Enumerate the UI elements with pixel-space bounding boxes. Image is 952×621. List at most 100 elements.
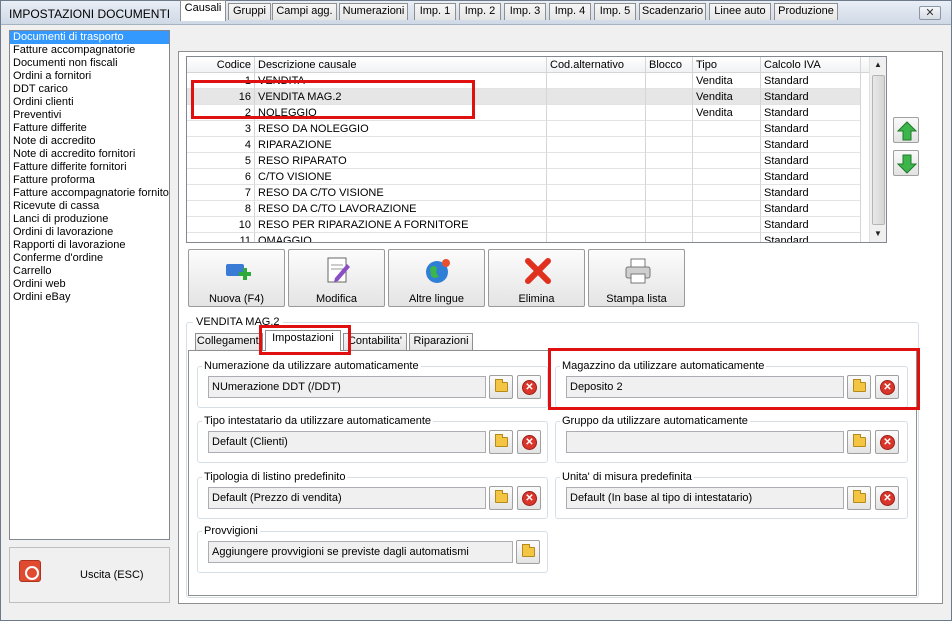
list-item[interactable]: Documenti di trasporto [10,31,169,44]
table-cell: Vendita [693,89,761,105]
tab-collegamenti[interactable]: Collegamenti [195,333,263,350]
table-cell [693,169,761,185]
tab-produzione[interactable]: Produzione [774,3,838,20]
clear-icon: ✕ [880,491,895,506]
gruppo-field[interactable] [566,431,844,453]
unita-browse-button[interactable] [847,486,871,510]
col-cod-alternativo[interactable]: Cod.alternativo [547,57,646,73]
gruppo-browse-button[interactable] [847,430,871,454]
unita-field[interactable]: Default (In base al tipo di intestatario… [566,487,844,509]
table-cell [646,105,693,121]
table-cell [547,217,646,233]
scroll-up-icon[interactable]: ▲ [870,57,886,73]
unita-clear-button[interactable]: ✕ [875,486,899,510]
listino-browse-button[interactable] [489,486,513,510]
col-tipo[interactable]: Tipo [693,57,761,73]
gruppo-clear-button[interactable]: ✕ [875,430,899,454]
listino-field[interactable]: Default (Prezzo di vendita) [208,487,486,509]
move-down-button[interactable] [893,150,919,176]
tab-imp-1[interactable]: Imp. 1 [414,3,456,20]
list-item[interactable]: Preventivi [10,109,169,122]
list-item[interactable]: Rapporti di lavorazione [10,239,169,252]
exit-label: Uscita (ESC) [80,569,144,581]
scroll-thumb[interactable] [872,75,885,225]
col-calcolo-iva[interactable]: Calcolo IVA [761,57,861,73]
tab-gruppi[interactable]: Gruppi [228,3,271,20]
table-row[interactable]: 7 RESO DA C/TO VISIONE Standard [187,185,861,201]
new-button[interactable]: Nuova (F4) [188,249,285,307]
tab-imp-2[interactable]: Imp. 2 [459,3,501,20]
table-row[interactable]: 6 C/TO VISIONE Standard [187,169,861,185]
tab-impostazioni[interactable]: Impostazioni [265,330,341,351]
provvigioni-field[interactable]: Aggiungere provvigioni se previste dagli… [208,541,513,563]
table-cell: RIPARAZIONE [255,137,547,153]
table-cell: Standard [761,89,861,105]
table-cell [547,233,646,242]
table-cell: Standard [761,73,861,89]
table-scrollbar[interactable]: ▲ ▼ [869,57,886,242]
table-cell [646,185,693,201]
list-item[interactable]: Fatture proforma [10,174,169,187]
list-item[interactable]: Note di accredito [10,135,169,148]
table-row[interactable]: 3 RESO DA NOLEGGIO Standard [187,121,861,137]
list-item[interactable]: Ordini clienti [10,96,169,109]
col-codice[interactable]: Codice [187,57,255,73]
arrow-down-icon [897,154,917,174]
list-item[interactable]: DDT carico [10,83,169,96]
list-item[interactable]: Ordini a fornitori [10,70,169,83]
tab-imp-5[interactable]: Imp. 5 [594,3,636,20]
move-up-button[interactable] [893,117,919,143]
list-item[interactable]: Fatture accompagnatorie fornito [10,187,169,200]
table-row[interactable]: 8 RESO DA C/TO LAVORAZIONE Standard [187,201,861,217]
table-cell: Standard [761,201,861,217]
table-cell [646,153,693,169]
tipo-intestatario-browse-button[interactable] [489,430,513,454]
list-item[interactable]: Note di accredito fornitori [10,148,169,161]
tipo-intestatario-clear-button[interactable]: ✕ [517,430,541,454]
folder-icon [495,379,508,392]
tab-imp-3[interactable]: Imp. 3 [504,3,546,20]
tab-numerazioni[interactable]: Numerazioni [339,3,408,20]
list-item[interactable]: Fatture differite fornitori [10,161,169,174]
numerazione-clear-button[interactable]: ✕ [517,375,541,399]
table-row[interactable]: 10 RESO PER RIPARAZIONE A FORNITORE Standa… [187,217,861,233]
list-item[interactable]: Ordini eBay [10,291,169,304]
tab-campi-agg[interactable]: Campi agg. [272,3,337,20]
tab-scadenzario[interactable]: Scadenzario [639,3,706,20]
clear-icon: ✕ [522,435,537,450]
col-blocco[interactable]: Blocco [646,57,693,73]
provvigioni-browse-button[interactable] [516,540,540,564]
document-type-list[interactable]: Documenti di trasporto Fatture accompagn… [9,30,170,540]
tab-contabilita[interactable]: Contabilita' [343,333,407,350]
list-item[interactable]: Ricevute di cassa [10,200,169,213]
provvigioni-label: Provvigioni [202,525,260,537]
tipo-intestatario-label: Tipo intestatario da utilizzare automati… [202,415,434,427]
tipo-intestatario-field[interactable]: Default (Clienti) [208,431,486,453]
edit-button[interactable]: Modifica [288,249,385,307]
table-row[interactable]: 11 OMAGGIO Standard [187,233,861,242]
tab-causali[interactable]: Causali [180,0,226,21]
table-row[interactable]: 5 RESO RIPARATO Standard [187,153,861,169]
list-item[interactable]: Ordini web [10,278,169,291]
list-item[interactable]: Conferme d'ordine [10,252,169,265]
list-item[interactable]: Fatture differite [10,122,169,135]
scroll-down-icon[interactable]: ▼ [870,226,886,242]
tab-imp-4[interactable]: Imp. 4 [549,3,591,20]
list-item[interactable]: Documenti non fiscali [10,57,169,70]
tab-riparazioni[interactable]: Riparazioni [409,333,473,350]
list-item[interactable]: Carrello [10,265,169,278]
tab-linee-auto[interactable]: Linee auto [709,3,771,20]
numerazione-browse-button[interactable] [489,375,513,399]
exit-button[interactable]: Uscita (ESC) [9,547,170,603]
list-item[interactable]: Ordini di lavorazione [10,226,169,239]
list-item[interactable]: Fatture accompagnatorie [10,44,169,57]
print-list-button[interactable]: Stampa lista [588,249,685,307]
listino-clear-button[interactable]: ✕ [517,486,541,510]
languages-button[interactable]: Altre lingue [388,249,485,307]
list-item[interactable]: Lanci di produzione [10,213,169,226]
delete-button[interactable]: Elimina [488,249,585,307]
col-descrizione[interactable]: Descrizione causale [255,57,547,73]
close-button[interactable]: ✕ [919,6,941,20]
table-row[interactable]: 4 RIPARAZIONE Standard [187,137,861,153]
numerazione-field[interactable]: NUmerazione DDT (/DDT) [208,376,486,398]
